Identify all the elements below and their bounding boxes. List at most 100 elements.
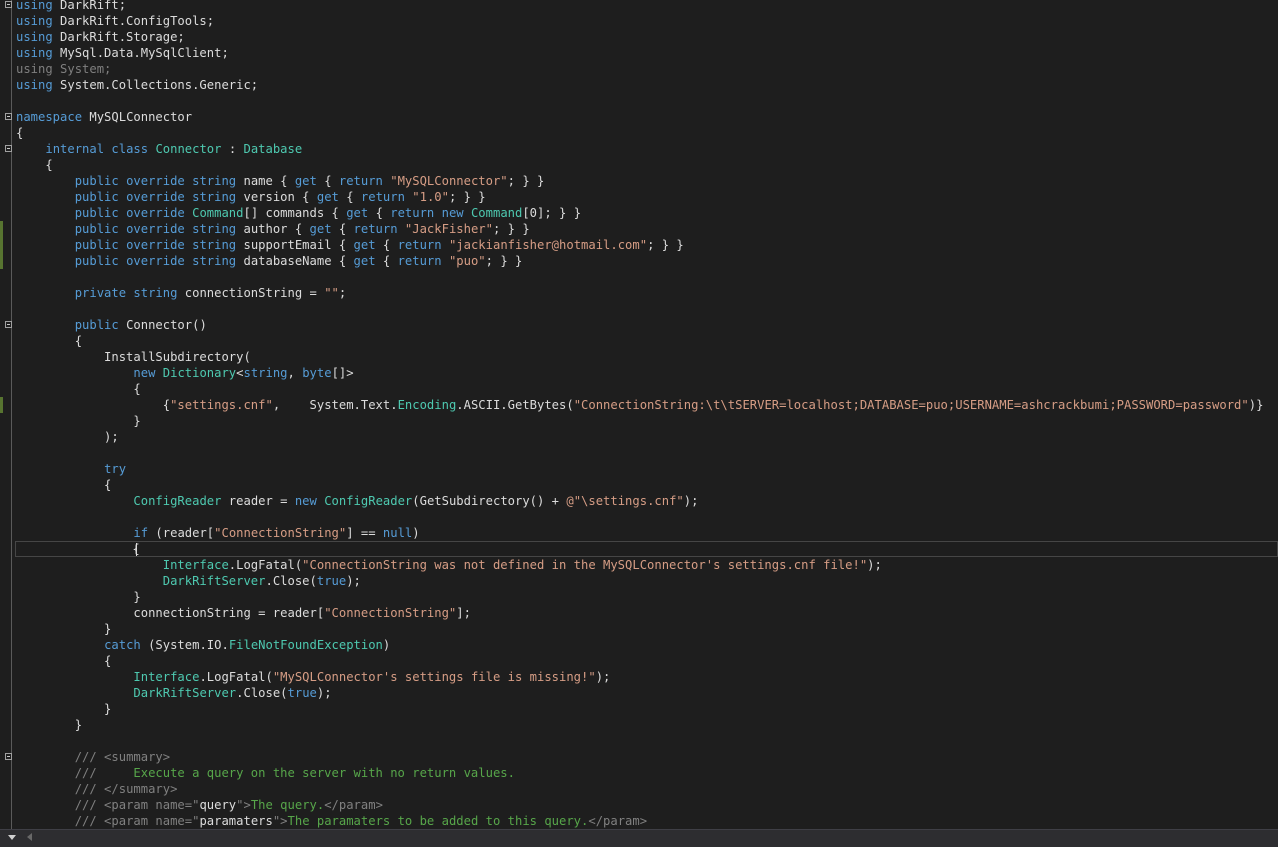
code-line[interactable]: { bbox=[16, 381, 1278, 397]
code-line[interactable]: connectionString = reader["ConnectionStr… bbox=[16, 605, 1278, 621]
code-token: </param> bbox=[324, 798, 383, 812]
code-line[interactable]: ConfigReader reader = new ConfigReader(G… bbox=[16, 493, 1278, 509]
code-line[interactable]: InstallSubdirectory( bbox=[16, 349, 1278, 365]
code-token: } bbox=[16, 702, 112, 716]
code-line[interactable]: using MySql.Data.MySqlClient; bbox=[16, 45, 1278, 61]
collapse-region-icon[interactable] bbox=[5, 145, 12, 152]
code-token: get bbox=[353, 238, 376, 252]
code-line[interactable]: using System; bbox=[16, 61, 1278, 77]
code-line[interactable]: } bbox=[16, 701, 1278, 717]
code-token: Connector bbox=[155, 142, 222, 156]
code-line[interactable]: { bbox=[15, 541, 1278, 557]
code-token: } bbox=[16, 718, 83, 732]
code-line[interactable] bbox=[16, 509, 1278, 525]
collapse-region-icon[interactable] bbox=[5, 113, 12, 120]
code-line[interactable]: public override string version { get { r… bbox=[16, 189, 1278, 205]
code-token: DarkRift.ConfigTools; bbox=[52, 14, 215, 28]
code-line[interactable]: using DarkRift; bbox=[16, 0, 1278, 13]
code-line[interactable] bbox=[16, 445, 1278, 461]
code-line[interactable]: { bbox=[16, 125, 1278, 141]
code-line[interactable]: { bbox=[16, 333, 1278, 349]
code-line[interactable]: } bbox=[16, 621, 1278, 637]
code-line[interactable]: public override string name { get { retu… bbox=[16, 173, 1278, 189]
code-token: [0]; } } bbox=[522, 206, 582, 220]
code-token: internal class bbox=[45, 142, 149, 156]
code-token: { bbox=[16, 334, 83, 348]
code-token: @"\settings.cnf" bbox=[566, 494, 684, 508]
code-line[interactable] bbox=[16, 301, 1278, 317]
code-line[interactable] bbox=[16, 269, 1278, 285]
code-line[interactable]: catch (System.IO.FileNotFoundException) bbox=[16, 637, 1278, 653]
code-token: get bbox=[346, 206, 369, 220]
code-line[interactable] bbox=[16, 733, 1278, 749]
collapse-region-icon[interactable] bbox=[5, 321, 12, 328]
code-token: ); bbox=[316, 686, 332, 700]
code-line[interactable]: using DarkRift.ConfigTools; bbox=[16, 13, 1278, 29]
code-line[interactable]: internal class Connector : Database bbox=[16, 141, 1278, 157]
code-line[interactable]: ); bbox=[16, 429, 1278, 445]
code-line[interactable]: /// </summary> bbox=[16, 781, 1278, 797]
code-line[interactable]: { bbox=[16, 653, 1278, 669]
code-token: Execute a query on the server with no re… bbox=[96, 766, 515, 780]
code-line[interactable]: /// <summary> bbox=[16, 749, 1278, 765]
code-line[interactable]: using System.Collections.Generic; bbox=[16, 77, 1278, 93]
code-token: "ConnectionString was not defined in the… bbox=[302, 558, 868, 572]
code-line[interactable]: public override string supportEmail { ge… bbox=[16, 237, 1278, 253]
horizontal-scroll-left-icon[interactable] bbox=[27, 833, 32, 841]
code-token: paramaters bbox=[199, 814, 273, 828]
code-line[interactable]: DarkRiftServer.Close(true); bbox=[16, 573, 1278, 589]
code-line[interactable]: /// <param name="paramaters">The paramat… bbox=[16, 813, 1278, 829]
code-token: version { bbox=[236, 190, 317, 204]
code-token: MySql.Data.MySqlClient; bbox=[52, 46, 229, 60]
code-line[interactable] bbox=[16, 93, 1278, 109]
changed-line-marker bbox=[0, 397, 3, 413]
zoom-dropdown-chevron-down-icon[interactable] bbox=[8, 835, 16, 840]
code-line[interactable]: private string connectionString = ""; bbox=[16, 285, 1278, 301]
code-token: using bbox=[16, 30, 53, 44]
code-line[interactable]: { bbox=[16, 477, 1278, 493]
code-line[interactable]: Interface.LogFatal("MySQLConnector's set… bbox=[16, 669, 1278, 685]
code-line[interactable]: public Connector() bbox=[16, 317, 1278, 333]
code-token: { bbox=[316, 174, 339, 188]
code-line[interactable]: /// Execute a query on the server with n… bbox=[16, 765, 1278, 781]
code-token: Connector() bbox=[118, 318, 207, 332]
code-line[interactable]: } bbox=[16, 413, 1278, 429]
code-editor[interactable]: using DarkRift; using DarkRift.ConfigTool… bbox=[0, 0, 1278, 829]
code-line[interactable]: new Dictionary<string, byte[]> bbox=[16, 365, 1278, 381]
code-line[interactable]: public override string databaseName { ge… bbox=[16, 253, 1278, 269]
code-token: { bbox=[16, 654, 112, 668]
code-line[interactable]: } bbox=[16, 717, 1278, 733]
collapse-region-icon[interactable] bbox=[5, 753, 12, 760]
code-line[interactable]: {"settings.cnf", System.Text.Encoding.AS… bbox=[16, 397, 1278, 413]
code-token: FileNotFoundException bbox=[228, 638, 383, 652]
code-line[interactable]: { bbox=[16, 157, 1278, 173]
code-token: .Close( bbox=[265, 574, 317, 588]
code-line[interactable]: try bbox=[16, 461, 1278, 477]
code-line[interactable]: if (reader["ConnectionString"] == null) bbox=[16, 525, 1278, 541]
collapse-region-icon[interactable] bbox=[5, 1, 12, 8]
code-token: byte bbox=[302, 366, 332, 380]
code-line[interactable]: } bbox=[16, 589, 1278, 605]
code-line[interactable]: Interface.LogFatal("ConnectionString was… bbox=[16, 557, 1278, 573]
code-line[interactable]: /// <param name="query">The query.</para… bbox=[16, 797, 1278, 813]
code-line[interactable]: using DarkRift.Storage; bbox=[16, 29, 1278, 45]
code-line[interactable]: public override Command[] commands { get… bbox=[16, 205, 1278, 221]
code-line[interactable]: namespace MySQLConnector bbox=[16, 109, 1278, 125]
code-line[interactable]: DarkRiftServer.Close(true); bbox=[16, 685, 1278, 701]
code-token: "> bbox=[236, 798, 251, 812]
code-token: (System.IO. bbox=[140, 638, 229, 652]
code-line[interactable]: public override string author { get { re… bbox=[16, 221, 1278, 237]
code-token: supportEmail { bbox=[236, 238, 354, 252]
